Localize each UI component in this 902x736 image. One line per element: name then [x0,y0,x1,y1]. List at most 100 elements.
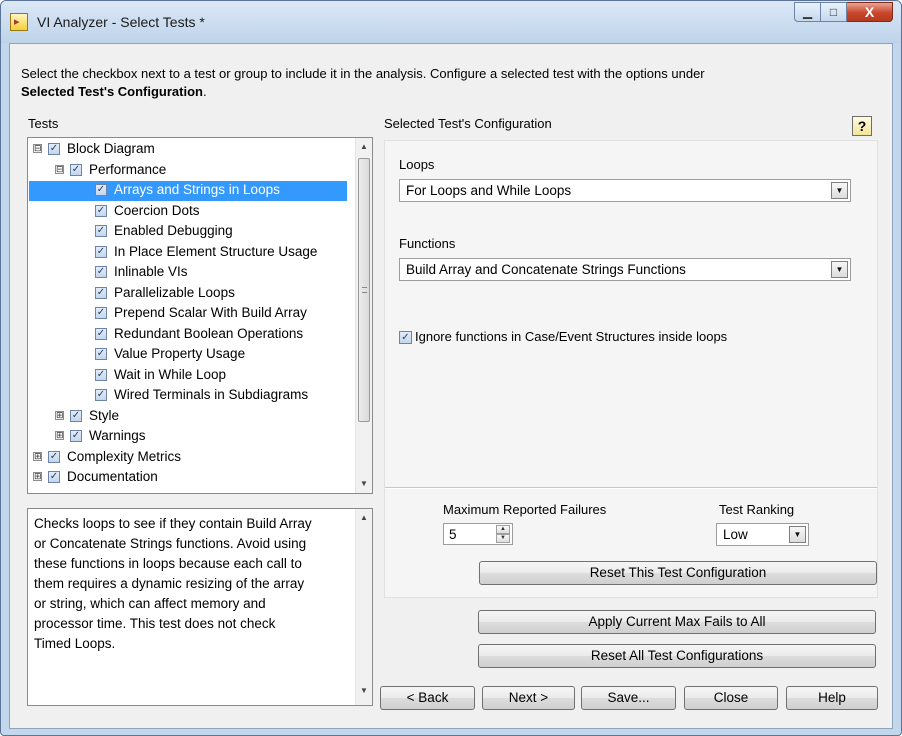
tree-item-label: Style [89,407,120,423]
spin-up-icon[interactable]: ▲ [496,525,510,534]
tree-item[interactable]: ✓ Coercion Dots [28,201,346,221]
reset-all-configurations-button[interactable]: Reset All Test Configurations [478,644,876,668]
description-scrollbar[interactable]: ▲ ▼ [355,509,372,705]
expand-icon[interactable]: ⊞ [55,431,64,440]
test-description-box[interactable]: Checks loops to see if they contain Buil… [27,508,373,706]
tree-item-label: Value Property Usage [114,346,246,361]
tree-item[interactable]: ⊞ ✓ Warnings [28,426,346,446]
vi-analyzer-window: ▸ VI Analyzer - Select Tests * ▁ □ X Sel… [0,0,902,736]
tree-item-checkbox[interactable]: ✓ [48,450,60,463]
scroll-down-arrow-icon[interactable]: ▼ [356,476,372,492]
help-button[interactable]: Help [786,686,878,710]
max-failures-value: 5 [449,527,457,542]
intro-line-1: Select the checkbox next to a test or gr… [21,66,705,81]
description-line: Timed Loops. [34,636,116,651]
tree-item-checkbox[interactable]: ✓ [95,327,107,340]
tree-item[interactable]: ✓ Wait in While Loop [28,365,346,385]
functions-dropdown[interactable]: Build Array and Concatenate Strings Func… [399,258,851,281]
save-button[interactable]: Save... [581,686,676,710]
tree-item[interactable]: ✓ Parallelizable Loops [28,283,346,303]
max-failures-label: Maximum Reported Failures [443,502,607,517]
tree-item-label: Prepend Scalar With Build Array [114,305,307,320]
tree-item-checkbox[interactable]: ✓ [70,430,82,442]
close-button[interactable]: Close [684,686,778,710]
test-description-text: Checks loops to see if they contain Buil… [34,514,346,654]
config-section-label: Selected Test's Configuration [384,116,552,131]
loops-dropdown[interactable]: For Loops and While Loops ▼ [399,179,851,202]
tests-tree[interactable]: ⊟ ✓ Block Diagram ⊟ ✓ Performance ✓ Arrays and … [27,137,373,494]
intro-instructions: Select the checkbox next to a test or gr… [21,65,881,101]
chevron-down-icon[interactable]: ▼ [831,182,848,199]
tree-item[interactable]: ✓ In Place Element Structure Usage [28,242,346,262]
title-bar[interactable]: ▸ VI Analyzer - Select Tests * ▁ □ X [1,1,901,43]
tree-item-label: Warnings [89,428,146,443]
test-ranking-dropdown[interactable]: Low ▼ [716,523,809,546]
tree-item[interactable]: ⊞ ✓ Documentation [28,467,346,487]
next-button[interactable]: Next > [482,686,575,710]
desc-scroll-down-icon[interactable]: ▼ [356,683,372,699]
description-line: Checks loops to see if they contain Buil… [34,516,312,531]
tree-item[interactable]: ✓ Enabled Debugging [28,221,346,241]
tree-item-label: Documentation [67,469,158,484]
collapse-icon[interactable]: ⊟ [33,144,42,153]
back-button[interactable]: < Back [380,686,475,710]
spin-down-icon[interactable]: ▼ [496,534,510,543]
tree-item-checkbox[interactable]: ✓ [95,389,107,401]
intro-config-ref: Selected Test's Configuration [21,84,203,99]
tree-item-checkbox[interactable]: ✓ [95,204,107,217]
reset-this-test-button[interactable]: Reset This Test Configuration [479,561,877,585]
chevron-down-icon[interactable]: ▼ [789,526,806,543]
tree-item[interactable]: ⊟ ✓ Block Diagram [28,139,346,159]
tree-item-checkbox[interactable]: ✓ [95,245,107,258]
tree-item[interactable]: ⊟ ✓ Performance [28,160,346,180]
description-line: them requires a dynamic resizing of the … [34,576,305,591]
tree-item-checkbox[interactable]: ✓ [70,163,82,176]
tree-item[interactable]: ⊞ ✓ Complexity Metrics [28,447,346,467]
tree-item-label: Enabled Debugging [114,223,233,238]
help-question-icon[interactable]: ? [852,116,872,136]
scroll-up-arrow-icon[interactable]: ▲ [356,139,372,155]
dialog-client-area: Select the checkbox next to a test or gr… [9,43,893,729]
chevron-down-icon[interactable]: ▼ [831,261,848,278]
expand-icon[interactable]: ⊞ [33,451,42,461]
tree-item-checkbox[interactable]: ✓ [70,409,82,422]
tree-item-checkbox[interactable]: ✓ [95,225,107,237]
tree-item[interactable]: ✓ Wired Terminals in Subdiagrams [28,385,346,405]
tree-scroll-thumb[interactable] [358,158,370,422]
tree-item-label: Arrays and Strings in Loops [114,182,280,197]
tree-item[interactable]: ✓ Inlinable VIs [28,262,346,282]
tree-item-checkbox[interactable]: ✓ [95,307,107,319]
tree-item-checkbox[interactable]: ✓ [95,368,107,381]
max-failures-input[interactable]: 5 ▲ ▼ [443,523,513,545]
tree-item-checkbox[interactable]: ✓ [95,184,107,196]
test-ranking-value: Low [723,527,748,542]
description-line: or Concatenate Strings functions. Avoid … [34,536,307,551]
tree-item[interactable]: ✓ Prepend Scalar With Build Array [28,303,346,323]
tree-item-checkbox[interactable]: ✓ [48,143,60,155]
desc-scroll-up-icon[interactable]: ▲ [356,510,372,526]
expand-icon[interactable]: ⊞ [55,410,64,420]
description-line: processor time. This test does not check [34,616,276,631]
tree-item-checkbox[interactable]: ✓ [95,286,107,299]
tree-item-checkbox[interactable]: ✓ [95,266,107,278]
tree-item-checkbox[interactable]: ✓ [95,348,107,360]
tree-item[interactable]: ⊞ ✓ Style [28,406,346,426]
tree-scrollbar[interactable]: ▲ ▼ [355,138,372,493]
tree-item[interactable]: ✓ Arrays and Strings in Loops [28,180,346,200]
tests-label: Tests [28,116,59,131]
collapse-icon[interactable]: ⊟ [55,164,64,174]
test-ranking-label: Test Ranking [719,502,795,517]
minimize-button[interactable]: ▁ [794,2,821,22]
tree-item-label: Parallelizable Loops [114,284,235,300]
ignore-case-checkbox[interactable]: ✓ [399,331,412,344]
expand-icon[interactable]: ⊞ [33,472,42,481]
tree-item-checkbox[interactable]: ✓ [48,471,60,483]
functions-value: Build Array and Concatenate Strings Func… [406,262,686,277]
close-window-button[interactable]: X [847,2,893,22]
tree-item[interactable]: ✓ Value Property Usage [28,344,346,364]
maximize-button[interactable]: □ [821,2,847,22]
intro-period: . [203,84,207,99]
description-line: or string, which can affect memory and [34,596,266,611]
tree-item[interactable]: ✓ Redundant Boolean Operations [28,324,346,344]
apply-max-fails-button[interactable]: Apply Current Max Fails to All [478,610,876,634]
